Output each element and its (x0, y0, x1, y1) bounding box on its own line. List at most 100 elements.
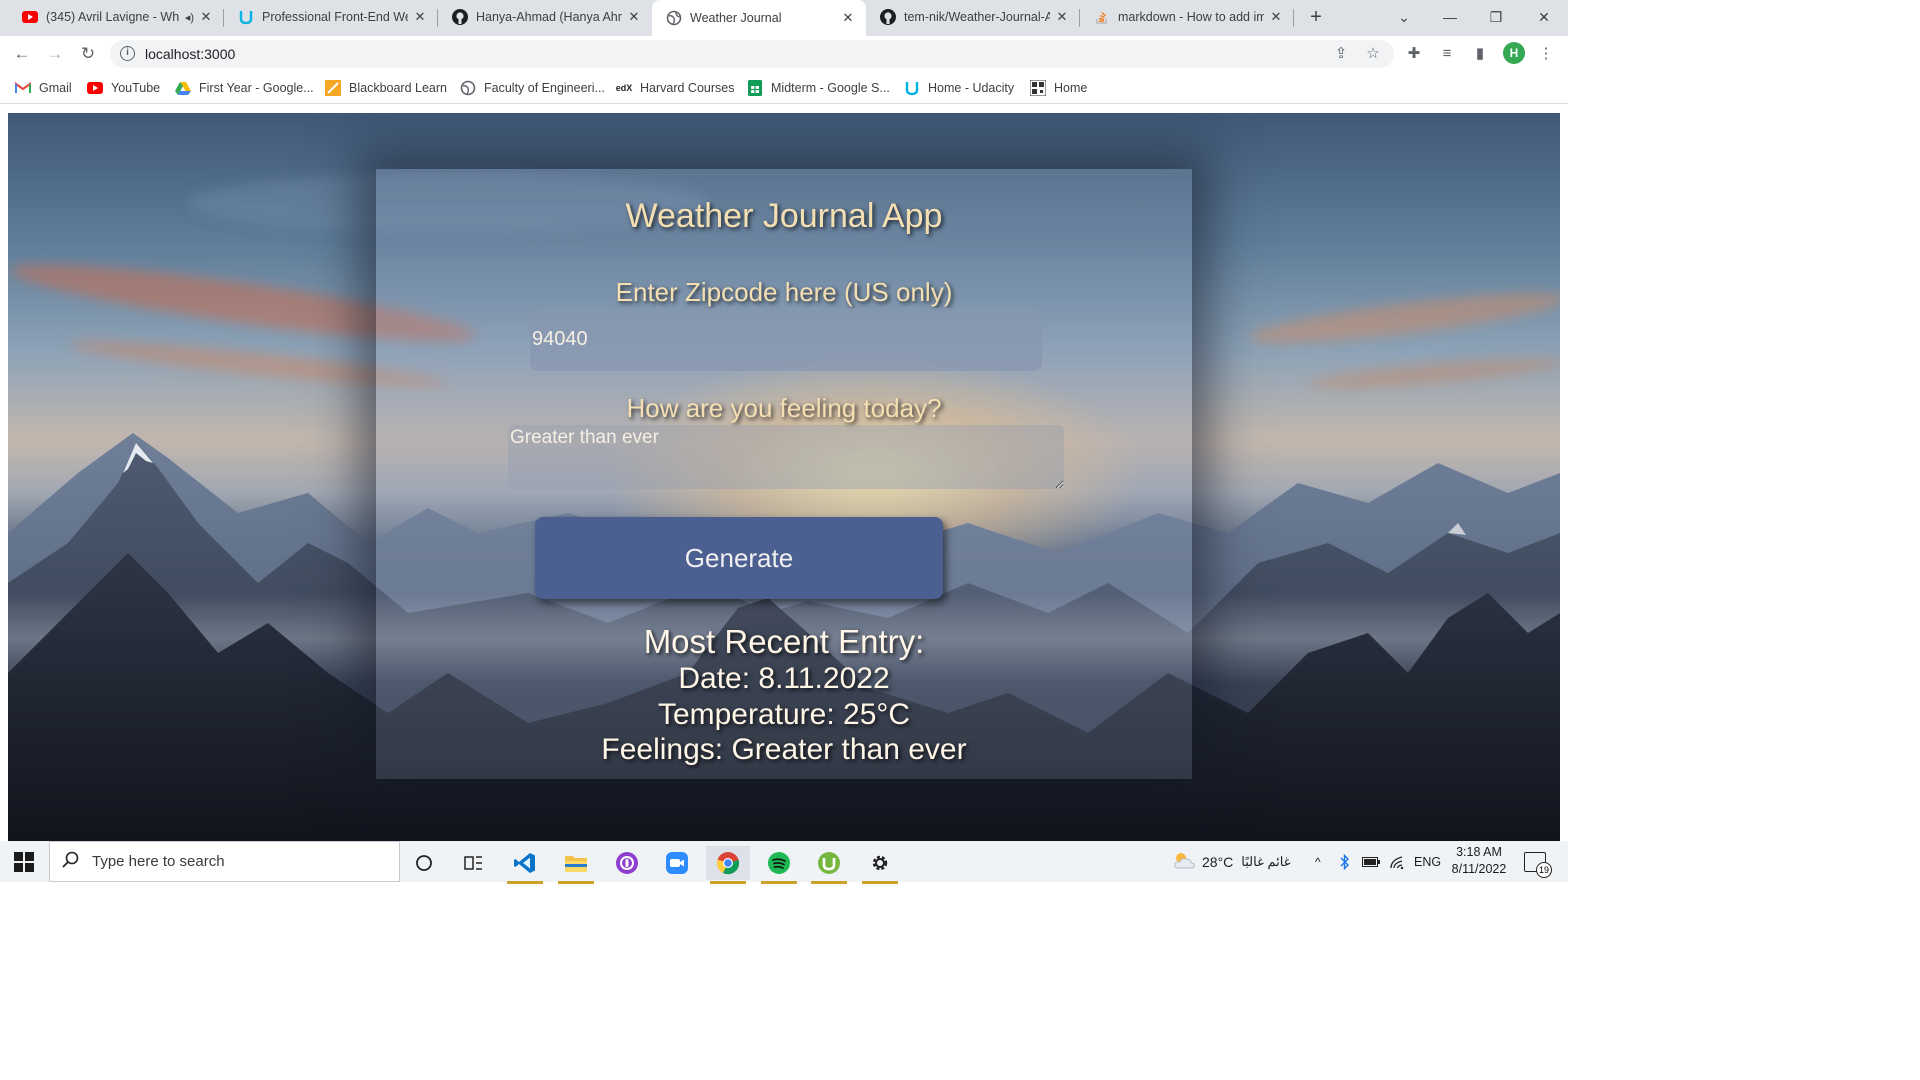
entry-title: Most Recent Entry: (643, 623, 925, 660)
globe-icon (460, 80, 476, 96)
back-button[interactable]: ← (10, 42, 34, 66)
zipcode-input[interactable] (530, 308, 1042, 371)
youtube-icon (22, 9, 38, 25)
bookmark-youtube[interactable]: YouTube (87, 78, 160, 98)
weather-widget[interactable]: 28°C غائم غالبًا (1172, 841, 1291, 882)
tab-github-profile[interactable]: Hanya-Ahmad (Hanya Ahmad) ✕ (438, 0, 652, 34)
battery-icon[interactable] (1362, 841, 1380, 882)
close-tab-icon[interactable]: ✕ (1268, 9, 1284, 25)
close-tab-icon[interactable]: ✕ (198, 9, 214, 25)
tab-youtube[interactable]: (345) Avril Lavigne - Wh ◂) ✕ (8, 0, 224, 34)
clock-date: 8/11/2022 (1451, 862, 1507, 876)
forward-button[interactable]: → (43, 42, 67, 66)
github-icon (880, 9, 896, 25)
utorrent-icon[interactable] (807, 846, 851, 884)
close-tab-icon[interactable]: ✕ (412, 9, 428, 25)
weather-temperature: 28°C (1202, 853, 1234, 870)
extensions-icon[interactable]: ✚ (1403, 43, 1425, 65)
settings-icon[interactable] (858, 846, 902, 884)
taskbar-clock[interactable]: 3:18 AM 8/11/2022 (1444, 844, 1514, 878)
restore-button[interactable]: ❐ (1484, 6, 1508, 30)
profile-avatar[interactable]: H (1503, 42, 1525, 64)
notification-center-icon[interactable]: 19 (1524, 852, 1552, 878)
bookmark-harvard[interactable]: edX Harvard Courses (615, 78, 735, 98)
page-viewport: Weather Journal App Enter Zipcode here (… (8, 113, 1560, 841)
show-hidden-icons-chevron[interactable]: ^ (1315, 841, 1321, 882)
bookmark-star-icon[interactable]: ☆ (1363, 44, 1383, 64)
zoom-icon[interactable] (655, 846, 699, 880)
clock-time: 3:18 AM (1456, 845, 1502, 859)
globe-icon (666, 10, 682, 26)
media-control-icon[interactable]: ≡ (1436, 43, 1458, 65)
google-drive-icon (175, 80, 191, 96)
close-window-button[interactable]: ✕ (1532, 6, 1556, 30)
app-container: Weather Journal App Enter Zipcode here (… (376, 169, 1192, 779)
tab-title: markdown - How to add im (1118, 10, 1264, 24)
chrome-icon[interactable] (706, 846, 750, 884)
close-tab-icon[interactable]: ✕ (840, 10, 856, 26)
taskbar-search-box[interactable]: Type here to search (49, 841, 400, 882)
search-placeholder: Type here to search (92, 853, 225, 870)
minimize-button[interactable]: — (1438, 6, 1462, 30)
new-tab-button[interactable]: + (1304, 6, 1328, 30)
tab-title: tem-nik/Weather-Journal-A (904, 10, 1050, 24)
tab-title: Weather Journal (690, 11, 782, 25)
tab-title: (345) Avril Lavigne - Wh (46, 10, 180, 24)
feelings-textarea[interactable]: Greater than ever (508, 425, 1064, 489)
github-icon (452, 9, 468, 25)
app-title: Weather Journal App (625, 197, 943, 235)
stackoverflow-icon (1094, 9, 1110, 25)
edx-icon: edX (615, 83, 633, 93)
search-icon (62, 851, 82, 873)
qr-icon (1030, 80, 1046, 96)
udacity-icon (238, 9, 254, 25)
bookmark-udacity[interactable]: Home - Udacity (904, 78, 1014, 98)
entry-feelings: Feelings: Greater than ever (601, 733, 967, 766)
tab-title: Hanya-Ahmad (Hanya Ahmad) (476, 10, 622, 24)
windows-start-icon[interactable] (14, 852, 34, 872)
weather-description: غائم غالبًا (1241, 853, 1291, 869)
menu-icon[interactable]: ⋮ (1535, 43, 1557, 65)
tab-weather-journal[interactable]: Weather Journal ✕ (652, 0, 866, 36)
close-tab-icon[interactable]: ✕ (626, 9, 642, 25)
browser-toolbar: ← → ↻ i localhost:3000 ⇪ ☆ ✚ ≡ ▮ ⋮ (0, 36, 1568, 72)
task-view-icon[interactable] (452, 846, 496, 880)
partly-cloudy-icon (1172, 850, 1196, 873)
entry-date: Date: 8.11.2022 (678, 662, 890, 695)
cortana-icon[interactable] (402, 846, 446, 880)
wifi-icon[interactable] (1389, 841, 1405, 882)
tab-udacity[interactable]: Professional Front-End Web ✕ (224, 0, 438, 34)
bookmark-blackboard[interactable]: Blackboard Learn (325, 78, 447, 98)
reload-button[interactable]: ↻ (76, 42, 100, 66)
bookmark-home[interactable]: Home (1030, 78, 1087, 98)
tab-search-icon[interactable]: ⌄ (1392, 6, 1416, 30)
podcast-icon[interactable] (605, 846, 649, 880)
share-icon[interactable]: ⇪ (1331, 44, 1351, 64)
generate-button[interactable]: Generate (535, 517, 943, 599)
bookmark-gmail[interactable]: Gmail (15, 78, 72, 98)
url-text[interactable]: localhost:3000 (145, 46, 235, 62)
file-explorer-icon[interactable] (554, 846, 598, 884)
address-bar[interactable]: i localhost:3000 ⇪ ☆ (110, 40, 1394, 68)
bookmark-first-year[interactable]: First Year - Google... (175, 78, 314, 98)
bluetooth-icon[interactable] (1340, 841, 1350, 882)
youtube-icon (87, 80, 103, 96)
tab-stackoverflow[interactable]: markdown - How to add im ✕ (1080, 0, 1294, 34)
language-indicator[interactable]: ENG (1414, 841, 1441, 882)
tab-strip: (345) Avril Lavigne - Wh ◂) ✕ Profession… (0, 0, 1568, 36)
bookmark-faculty[interactable]: Faculty of Engineeri... (460, 78, 605, 98)
google-sheets-icon (747, 80, 763, 96)
spotify-icon[interactable] (757, 846, 801, 884)
udacity-icon (904, 80, 920, 96)
vscode-icon[interactable] (503, 846, 547, 884)
tab-title: Professional Front-End Web (262, 10, 408, 24)
side-panel-icon[interactable]: ▮ (1469, 43, 1491, 65)
close-tab-icon[interactable]: ✕ (1054, 9, 1070, 25)
tab-github-repo[interactable]: tem-nik/Weather-Journal-A ✕ (866, 0, 1080, 34)
windows-taskbar: Type here to search 28°C غائم غالبًا ^ E… (0, 841, 1568, 884)
zipcode-label: Enter Zipcode here (US only) (615, 277, 953, 307)
speaker-icon[interactable]: ◂) (185, 11, 194, 24)
bookmark-midterm[interactable]: Midterm - Google S... (747, 78, 890, 98)
entry-temperature: Temperature: 25°C (657, 697, 911, 731)
site-info-icon[interactable]: i (120, 46, 135, 61)
